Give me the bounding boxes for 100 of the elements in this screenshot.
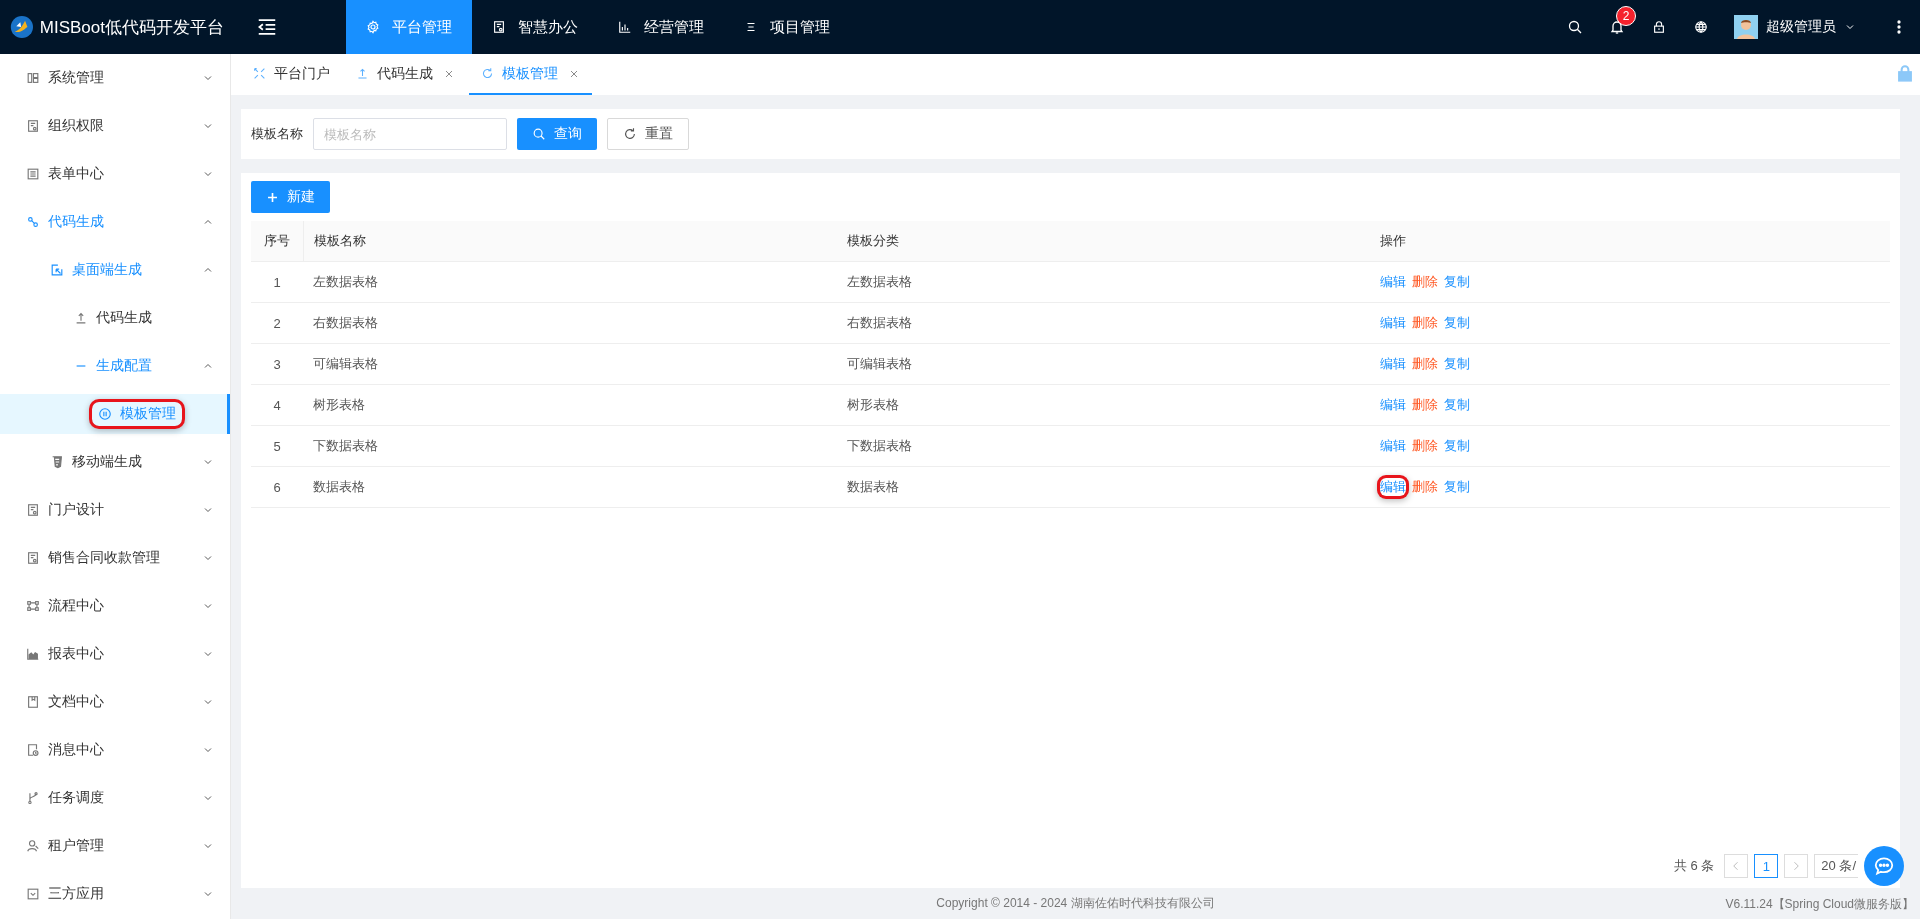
document-icon — [26, 551, 40, 565]
sidebar-item[interactable]: 系统管理 — [0, 58, 230, 98]
page-button[interactable]: 1 — [1754, 854, 1779, 878]
search-icon — [532, 127, 546, 141]
column-header: 操作 — [1370, 221, 1890, 262]
copy-link[interactable]: 复制 — [1444, 478, 1470, 496]
edit-link[interactable]: 编辑 — [1380, 437, 1406, 455]
document-clock-icon — [26, 743, 40, 757]
edit-link[interactable]: 编辑 — [1380, 478, 1406, 496]
table-cell: 3 — [251, 343, 303, 385]
page-tab[interactable]: 代码生成 — [344, 54, 467, 95]
sidebar-item[interactable]: 报表中心 — [0, 634, 230, 674]
sidebar-item[interactable]: 三方应用 — [0, 874, 230, 914]
delete-link[interactable]: 删除 — [1412, 478, 1438, 496]
field-label: 模板名称 — [251, 125, 303, 143]
new-button[interactable]: 新建 — [251, 181, 330, 213]
edit-link[interactable]: 编辑 — [1380, 273, 1406, 291]
refresh-icon — [481, 67, 494, 80]
edit-link[interactable]: 编辑 — [1380, 355, 1406, 373]
nav-tab[interactable]: 项目管理 — [724, 0, 850, 54]
menu-icon — [256, 16, 278, 38]
edit-link[interactable]: 编辑 — [1380, 396, 1406, 414]
menu-label: 表单中心 — [48, 165, 104, 183]
chat-button[interactable] — [1864, 846, 1904, 886]
gear-icon — [366, 20, 380, 34]
menu-label: 三方应用 — [48, 885, 104, 903]
pause-icon — [98, 407, 112, 421]
document-icon — [26, 119, 40, 133]
table-cell: 树形表格 — [837, 384, 1370, 426]
version-text: V6.11.24【Spring Cloud微服务版】 — [1725, 896, 1914, 913]
lock-icon — [1896, 64, 1914, 82]
globe-icon — [1694, 20, 1708, 34]
checkbox-icon — [26, 887, 40, 901]
copy-link[interactable]: 复制 — [1444, 437, 1470, 455]
sidebar-item[interactable]: 消息中心 — [0, 730, 230, 770]
column-header: 模板名称 — [303, 221, 837, 262]
menu-label: 代码生成 — [96, 309, 152, 327]
menu-label: 报表中心 — [48, 645, 104, 663]
expand-icon — [253, 67, 266, 80]
table-cell: 右数据表格 — [837, 302, 1370, 344]
page-tab[interactable]: 平台门户 — [241, 54, 342, 95]
table-cell: 2 — [251, 302, 303, 344]
delete-link[interactable]: 删除 — [1412, 437, 1438, 455]
delete-link[interactable]: 删除 — [1412, 396, 1438, 414]
menu-label: 系统管理 — [48, 69, 104, 87]
sidebar-item[interactable]: 表单中心 — [0, 154, 230, 194]
nav-tab[interactable]: 智慧办公 — [472, 0, 598, 54]
shield-icon — [50, 455, 64, 469]
sidebar-item[interactable]: 生成配置 — [0, 346, 230, 386]
copy-link[interactable]: 复制 — [1444, 273, 1470, 291]
sidebar-item[interactable]: 门户设计 — [0, 490, 230, 530]
sidebar-item[interactable]: 移动端生成 — [0, 442, 230, 482]
table-cell: 下数据表格 — [303, 425, 837, 467]
sidebar-item[interactable]: 销售合同收款管理 — [0, 538, 230, 578]
delete-link[interactable]: 删除 — [1412, 273, 1438, 291]
document-icon — [26, 503, 40, 517]
form-icon — [26, 167, 40, 181]
sidebar-item[interactable]: 组织权限 — [0, 106, 230, 146]
avatar — [1734, 15, 1758, 39]
delete-link[interactable]: 删除 — [1412, 355, 1438, 373]
table-cell: 左数据表格 — [837, 261, 1370, 303]
total-count: 共 6 条 — [1673, 857, 1715, 875]
sidebar-item[interactable]: 代码生成 — [0, 298, 230, 338]
sidebar-item[interactable]: 租户管理 — [0, 826, 230, 866]
copy-link[interactable]: 复制 — [1444, 396, 1470, 414]
sidebar-item[interactable]: 任务调度 — [0, 778, 230, 818]
delete-link[interactable]: 删除 — [1412, 314, 1438, 332]
bar-chart-icon — [618, 20, 632, 34]
page-size-select[interactable]: 20 条/ — [1814, 854, 1858, 878]
sidebar-item[interactable]: 模板管理 — [0, 394, 230, 434]
user-menu[interactable]: 超级管理员 — [1734, 15, 1856, 39]
menu-label: 流程中心 — [48, 597, 104, 615]
nodes-icon — [26, 599, 40, 613]
upload-icon — [74, 311, 88, 325]
sidebar-item[interactable]: 代码生成 — [0, 202, 230, 242]
menu-label: 门户设计 — [48, 501, 104, 519]
copy-link[interactable]: 复制 — [1444, 314, 1470, 332]
menu-label: 生成配置 — [96, 357, 152, 375]
reset-button[interactable]: 重置 — [607, 118, 689, 150]
copy-link[interactable]: 复制 — [1444, 355, 1470, 373]
branch-icon — [26, 791, 40, 805]
notification-button[interactable]: 2 — [1596, 0, 1638, 54]
table-cell: 右数据表格 — [303, 302, 837, 344]
bell-icon — [1609, 19, 1625, 35]
name-input[interactable]: 模板名称 — [313, 118, 507, 150]
sidebar-item[interactable]: 桌面端生成 — [0, 250, 230, 290]
sidebar-item[interactable]: 流程中心 — [0, 586, 230, 626]
menu-toggle-button[interactable] — [256, 16, 278, 38]
page-tab[interactable]: 模板管理 — [469, 54, 592, 95]
chat-icon — [1873, 855, 1895, 877]
edit-link[interactable]: 编辑 — [1380, 314, 1406, 332]
table-cell: 4 — [251, 384, 303, 426]
sidebar-item[interactable]: 文档中心 — [0, 682, 230, 722]
refresh-icon — [623, 127, 637, 141]
nav-tab[interactable]: 平台管理 — [346, 0, 472, 54]
query-button[interactable]: 查询 — [517, 118, 597, 150]
search-icon — [1567, 19, 1583, 35]
grid-icon — [26, 71, 40, 85]
menu-label: 代码生成 — [48, 213, 104, 231]
nav-tab[interactable]: 经营管理 — [598, 0, 724, 54]
